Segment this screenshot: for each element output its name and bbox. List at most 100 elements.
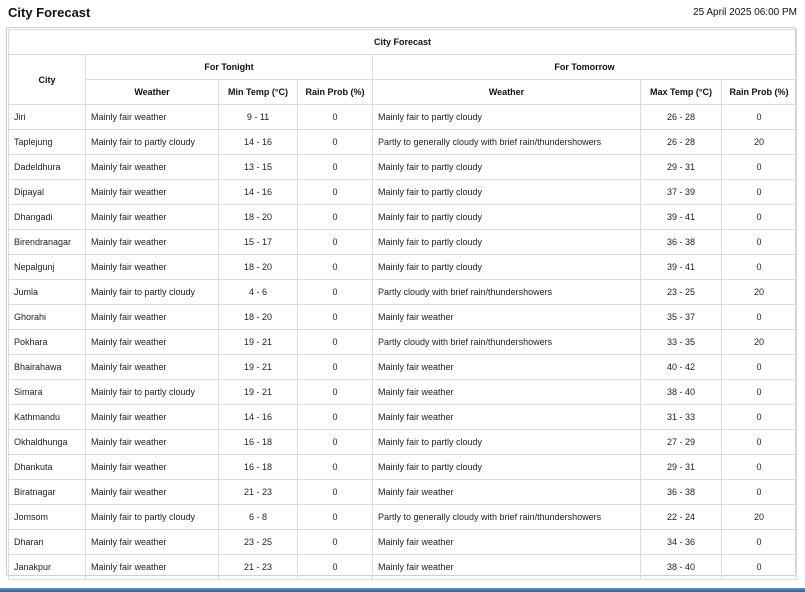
city-cell: Biratnagar bbox=[8, 479, 86, 505]
tonight-weather-cell: Mainly fair weather bbox=[85, 304, 219, 330]
city-cell: Nepalgunj bbox=[8, 254, 86, 280]
min-temp-cell: 18 - 20 bbox=[218, 204, 298, 230]
max-temp-cell: 39 - 41 bbox=[640, 204, 722, 230]
max-temp-cell: 29 - 31 bbox=[640, 154, 722, 180]
city-cell: Birendranagar bbox=[8, 229, 86, 255]
tonight-rain-cell: 0 bbox=[297, 554, 373, 580]
tonight-rain-cell: 0 bbox=[297, 404, 373, 430]
tomorrow-weather-cell: Mainly fair weather bbox=[372, 554, 641, 580]
tomorrow-weather-cell: Mainly fair to partly cloudy bbox=[372, 429, 641, 455]
tonight-rain-cell: 0 bbox=[297, 479, 373, 505]
table-row: Ghorahi Mainly fair weather 18 - 20 0 Mainly… bbox=[8, 304, 797, 330]
table-row: Okhaldhunga Mainly fair weather 16 - 18 0 Ma… bbox=[8, 429, 797, 455]
tonight-weather-cell: Mainly fair weather bbox=[85, 404, 219, 430]
tonight-rain-cell: 0 bbox=[297, 304, 373, 330]
tonight-weather-cell: Mainly fair weather bbox=[85, 479, 219, 505]
tomorrow-rain-cell: 0 bbox=[721, 304, 797, 330]
tonight-weather-cell: Mainly fair weather bbox=[85, 154, 219, 180]
min-temp-cell: 14 - 16 bbox=[218, 179, 298, 205]
max-temp-cell: 22 - 24 bbox=[640, 504, 722, 530]
table-row: Bhairahawa Mainly fair weather 19 - 21 0 Mai… bbox=[8, 354, 797, 380]
tomorrow-weather-cell: Mainly fair to partly cloudy bbox=[372, 454, 641, 480]
tomorrow-weather-header: Weather bbox=[372, 79, 641, 105]
tonight-weather-cell: Mainly fair weather bbox=[85, 354, 219, 380]
tomorrow-rain-cell: 0 bbox=[721, 454, 797, 480]
tomorrow-weather-cell: Mainly fair weather bbox=[372, 379, 641, 405]
tonight-weather-cell: Mainly fair weather bbox=[85, 229, 219, 255]
table-row: Birendranagar Mainly fair weather 15 - 17 0… bbox=[8, 229, 797, 255]
table-row: Janakpur Mainly fair weather 21 - 23 0 Mainl… bbox=[8, 554, 797, 580]
min-temp-cell: 14 - 16 bbox=[218, 404, 298, 430]
group-header-row: City For Tonight For Tomorrow bbox=[8, 54, 797, 105]
city-cell: Dhankuta bbox=[8, 454, 86, 480]
tomorrow-weather-cell: Mainly fair to partly cloudy bbox=[372, 204, 641, 230]
table-row: Jumla Mainly fair to partly cloudy 4 - 60P… bbox=[8, 279, 797, 305]
table-row: Dhankuta Mainly fair weather 16 - 18 0 Mainl… bbox=[8, 454, 797, 480]
max-temp-cell: 37 - 39 bbox=[640, 179, 722, 205]
min-temp-cell: 18 - 20 bbox=[218, 254, 298, 280]
max-temp-cell: 38 - 40 bbox=[640, 554, 722, 580]
forecast-table: City Forecast City For Tonight For Tomor… bbox=[8, 29, 797, 580]
city-cell: Ghorahi bbox=[8, 304, 86, 330]
min-temp-cell: 23 - 25 bbox=[218, 529, 298, 555]
tomorrow-rain-cell: 0 bbox=[721, 179, 797, 205]
max-temp-cell: 36 - 38 bbox=[640, 479, 722, 505]
tomorrow-rain-cell: 0 bbox=[721, 554, 797, 580]
tomorrow-weather-cell: Mainly fair to partly cloudy bbox=[372, 154, 641, 180]
tonight-rain-cell: 0 bbox=[297, 379, 373, 405]
tonight-weather-cell: Mainly fair weather bbox=[85, 429, 219, 455]
max-temp-cell: 26 - 28 bbox=[640, 129, 722, 155]
max-temp-cell: 26 - 28 bbox=[640, 104, 722, 130]
forecast-panel: City Forecast City For Tonight For Tomor… bbox=[6, 27, 797, 580]
tonight-weather-cell: Mainly fair weather bbox=[85, 454, 219, 480]
min-temp-cell: 18 - 20 bbox=[218, 304, 298, 330]
tonight-weather-cell: Mainly fair to partly cloudy bbox=[85, 129, 219, 155]
tonight-weather-cell: Mainly fair weather bbox=[85, 204, 219, 230]
city-cell: Kathmandu bbox=[8, 404, 86, 430]
table-caption-row: City Forecast bbox=[8, 29, 797, 55]
tonight-rain-cell: 0 bbox=[297, 529, 373, 555]
tonight-weather-cell: Mainly fair to partly cloudy bbox=[85, 279, 219, 305]
table-row: Biratnagar Mainly fair weather 21 - 23 0 Mai… bbox=[8, 479, 797, 505]
bottom-scroll-bar bbox=[0, 588, 805, 592]
tomorrow-weather-cell: Mainly fair weather bbox=[372, 404, 641, 430]
tomorrow-rain-cell: 0 bbox=[721, 529, 797, 555]
tomorrow-weather-cell: Mainly fair to partly cloudy bbox=[372, 179, 641, 205]
table-row: Dharan Mainly fair weather 23 - 25 0 Mainly … bbox=[8, 529, 797, 555]
tomorrow-rain-cell: 20 bbox=[721, 279, 797, 305]
max-temp-cell: 38 - 40 bbox=[640, 379, 722, 405]
table-row: Jomsom Mainly fair to partly cloudy 6 - 80… bbox=[8, 504, 797, 530]
min-temp-cell: 21 - 23 bbox=[218, 554, 298, 580]
table-row: Nepalgunj Mainly fair weather 18 - 20 0 Main… bbox=[8, 254, 797, 280]
city-cell: Dadeldhura bbox=[8, 154, 86, 180]
city-cell: Taplejung bbox=[8, 129, 86, 155]
tomorrow-rain-cell: 0 bbox=[721, 404, 797, 430]
max-temp-header: Max Temp (°C) bbox=[640, 79, 722, 105]
min-temp-cell: 19 - 21 bbox=[218, 354, 298, 380]
tonight-rain-cell: 0 bbox=[297, 229, 373, 255]
table-row: Kathmandu Mainly fair weather 14 - 16 0 Main… bbox=[8, 404, 797, 430]
table-row: Taplejung Mainly fair to partly cloudy 14 … bbox=[8, 129, 797, 155]
table-row: Pokhara Mainly fair weather 19 - 21 0 Partly… bbox=[8, 329, 797, 355]
tomorrow-rain-cell: 20 bbox=[721, 329, 797, 355]
tonight-weather-cell: Mainly fair weather bbox=[85, 179, 219, 205]
table-row: Dhangadi Mainly fair weather 18 - 20 0 Mainl… bbox=[8, 204, 797, 230]
tomorrow-rain-cell: 0 bbox=[721, 204, 797, 230]
tomorrow-rain-cell: 0 bbox=[721, 479, 797, 505]
forecast-datetime: 25 April 2025 06:00 PM bbox=[693, 7, 797, 18]
tonight-weather-cell: Mainly fair to partly cloudy bbox=[85, 504, 219, 530]
city-cell: Jiri bbox=[8, 104, 86, 130]
tomorrow-rain-cell: 0 bbox=[721, 254, 797, 280]
max-temp-cell: 31 - 33 bbox=[640, 404, 722, 430]
tonight-weather-cell: Mainly fair weather bbox=[85, 554, 219, 580]
table-row: Dadeldhura Mainly fair weather 13 - 15 0 Mai… bbox=[8, 154, 797, 180]
tomorrow-weather-cell: Mainly fair to partly cloudy bbox=[372, 229, 641, 255]
tonight-rain-header: Rain Prob (%) bbox=[297, 79, 373, 105]
city-cell: Dharan bbox=[8, 529, 86, 555]
table-row: Dipayal Mainly fair weather 14 - 16 0 Mainly… bbox=[8, 179, 797, 205]
min-temp-cell: 21 - 23 bbox=[218, 479, 298, 505]
tomorrow-group-header: For Tomorrow bbox=[372, 54, 797, 80]
min-temp-cell: 16 - 18 bbox=[218, 429, 298, 455]
tonight-rain-cell: 0 bbox=[297, 504, 373, 530]
forecast-table-body: Jiri Mainly fair weather 9 - 11 0 Mainly fai… bbox=[8, 104, 797, 580]
